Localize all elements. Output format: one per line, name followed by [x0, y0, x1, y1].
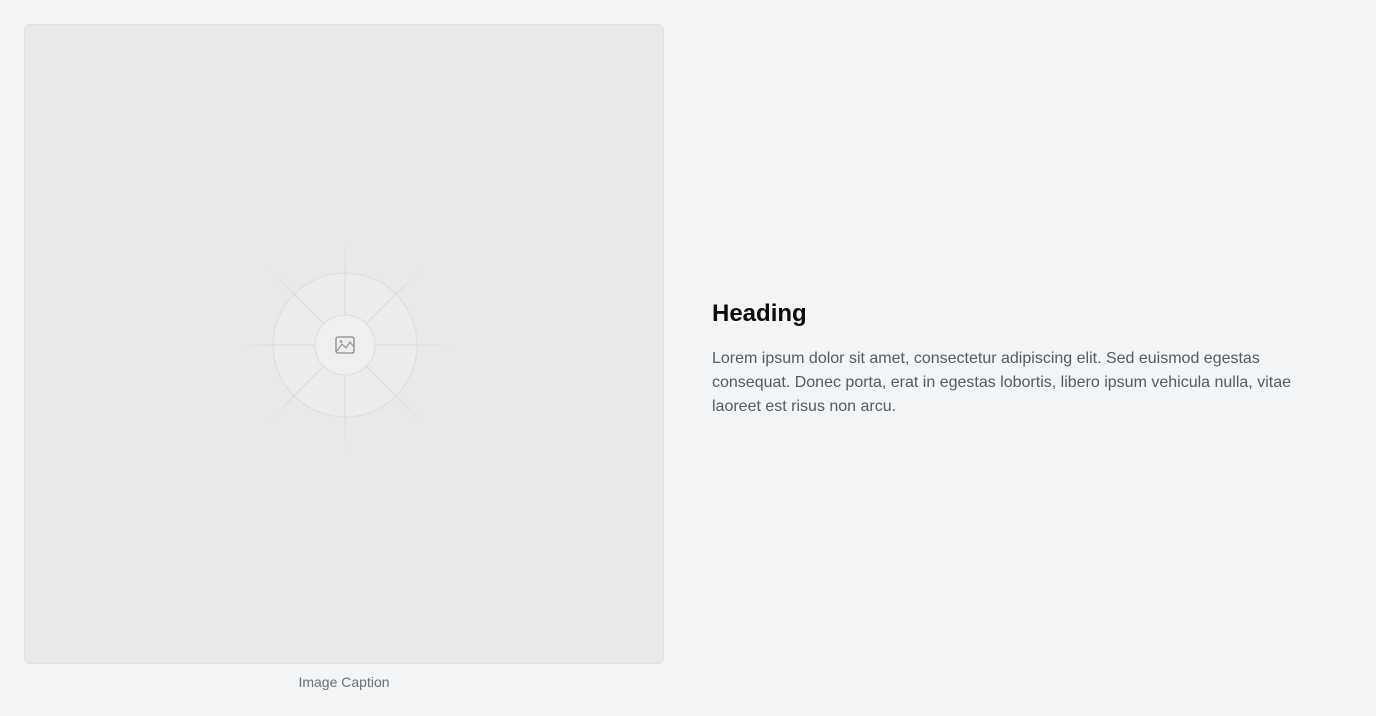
body-paragraph: Lorem ipsum dolor sit amet, consectetur …: [712, 350, 1291, 415]
page: Image Caption Heading Lorem ipsum dolor …: [0, 0, 1376, 716]
image-caption: Image Caption: [298, 674, 390, 690]
section-heading: Heading: [712, 300, 807, 327]
image-placeholder: [24, 24, 664, 664]
placeholder-graphic: [240, 240, 450, 450]
text-block: Heading Lorem ipsum dolor sit amet, cons…: [712, 298, 1342, 419]
